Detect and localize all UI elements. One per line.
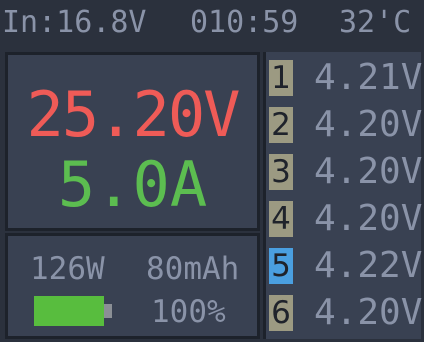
cell-voltage: 4.20V [314,151,423,192]
cell-voltage: 4.20V [314,292,423,333]
cell-number-badge: 1 [269,60,293,96]
cell-row: 4 4.20V [266,196,424,242]
output-panel: 25.20V 5.0A [5,52,260,231]
cells-panel: 1 4.21V 2 4.20V 3 4.20V 4 4.20V 5 4.22V … [263,52,424,339]
cell-number-badge: 3 [269,154,293,190]
battery-icon [34,296,104,326]
capacity-readout: 80mAh [146,251,240,287]
cell-number-badge: 5 [269,248,293,284]
status-bar: In:16.8V 010:59 32'C [0,0,424,50]
cell-voltage: 4.20V [314,104,423,145]
cell-number-badge: 6 [269,295,293,331]
battery-tip-icon [104,304,112,318]
cell-number-badge: 2 [269,107,293,143]
input-voltage-readout: In:16.8V [2,5,147,40]
info-panel: 126W 80mAh 100% [5,233,260,339]
cell-voltage: 4.21V [314,57,423,98]
output-voltage: 25.20V [26,78,241,151]
cell-row: 3 4.20V [266,149,424,195]
cell-voltage: 4.20V [314,198,423,239]
cell-number-badge: 4 [269,201,293,237]
elapsed-time-readout: 010:59 [190,5,299,40]
cell-voltage: 4.22V [314,245,423,286]
battery-percent: 100% [151,294,226,330]
power-readout: 126W [30,251,105,287]
cell-row: 2 4.20V [266,102,424,148]
temperature-readout: 32'C [339,5,412,40]
output-current: 5.0A [57,148,208,221]
cell-row: 5 4.22V [266,243,424,289]
cell-row: 1 4.21V [266,55,424,101]
cell-row: 6 4.20V [266,290,424,336]
